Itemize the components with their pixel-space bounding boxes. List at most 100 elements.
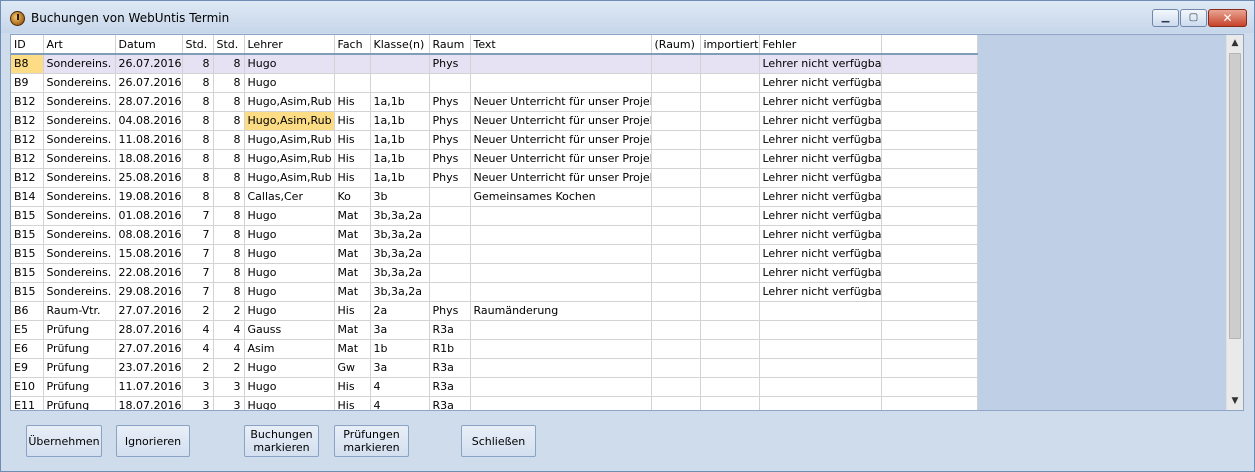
table-cell[interactable]: 3b	[370, 187, 430, 207]
table-cell[interactable]	[700, 225, 760, 245]
table-cell[interactable]: 8	[182, 149, 214, 169]
column-header[interactable]: ID	[11, 35, 44, 55]
table-cell[interactable]: 8	[213, 149, 245, 169]
table-cell[interactable]	[429, 244, 471, 264]
table-cell[interactable]	[651, 301, 701, 321]
table-cell[interactable]	[429, 187, 471, 207]
table-cell[interactable]: Lehrer nicht verfügbar	[759, 263, 882, 283]
table-cell[interactable]	[700, 92, 760, 112]
column-header[interactable]: (Raum)	[651, 35, 701, 55]
table-cell[interactable]	[881, 301, 978, 321]
table-cell[interactable]: Phys	[429, 301, 471, 321]
table-cell[interactable]: 3	[213, 396, 245, 410]
table-cell[interactable]: Mat	[334, 225, 371, 245]
table-cell[interactable]: B6	[11, 301, 44, 321]
table-cell[interactable]	[700, 358, 760, 378]
table-cell[interactable]: 15.08.2016	[115, 244, 183, 264]
table-cell[interactable]: 3b,3a,2a	[370, 225, 430, 245]
table-cell[interactable]: 3a	[370, 320, 430, 340]
table-cell[interactable]: Prüfung	[43, 358, 116, 378]
table-cell[interactable]	[881, 320, 978, 340]
column-header[interactable]: Art	[43, 35, 116, 55]
table-cell[interactable]: Hugo,Asim,Rub	[244, 168, 335, 188]
table-cell[interactable]	[700, 149, 760, 169]
table-cell[interactable]: 8	[182, 92, 214, 112]
column-header[interactable]: Std.	[213, 35, 245, 55]
table-cell[interactable]: Lehrer nicht verfügbar	[759, 244, 882, 264]
column-header[interactable]: Fehler	[759, 35, 882, 55]
table-cell[interactable]	[429, 263, 471, 283]
table-cell[interactable]: 11.08.2016	[115, 130, 183, 150]
table-cell[interactable]: Sondereins.	[43, 168, 116, 188]
table-cell[interactable]	[651, 377, 701, 397]
table-cell[interactable]: Mat	[334, 339, 371, 359]
table-cell[interactable]: 3	[182, 396, 214, 410]
table-cell[interactable]: His	[334, 377, 371, 397]
table-cell[interactable]: E9	[11, 358, 44, 378]
table-cell[interactable]: Sondereins.	[43, 92, 116, 112]
table-cell[interactable]: B15	[11, 282, 44, 302]
table-cell[interactable]	[700, 111, 760, 131]
table-cell[interactable]: His	[334, 130, 371, 150]
table-cell[interactable]	[881, 396, 978, 410]
table-cell[interactable]	[651, 206, 701, 226]
table-row[interactable]: B12 Sondereins. 18.08.2016 8 8 Hugo,Asim,Rub H…	[11, 149, 978, 169]
table-cell[interactable]: His	[334, 396, 371, 410]
table-cell[interactable]: Gauss	[244, 320, 335, 340]
table-cell[interactable]: 26.07.2016	[115, 54, 183, 74]
table-cell[interactable]: Lehrer nicht verfügbar	[759, 111, 882, 131]
table-cell[interactable]	[651, 111, 701, 131]
table-cell[interactable]: Hugo	[244, 358, 335, 378]
table-cell[interactable]: 18.08.2016	[115, 149, 183, 169]
table-cell[interactable]: B14	[11, 187, 44, 207]
table-row[interactable]: E6 Prüfung 27.07.2016 4 4 Asim Mat 1b R1b	[11, 339, 978, 359]
table-cell[interactable]	[470, 263, 652, 283]
table-cell[interactable]: 4	[213, 320, 245, 340]
table-cell[interactable]: 1a,1b	[370, 92, 430, 112]
table-cell[interactable]: Neuer Unterricht für unser Projekt	[470, 168, 652, 188]
table-cell[interactable]: 11.07.2016	[115, 377, 183, 397]
table-cell[interactable]	[370, 73, 430, 93]
table-cell[interactable]	[651, 358, 701, 378]
table-cell[interactable]: Hugo,Asim,Rub	[244, 130, 335, 150]
table-cell[interactable]	[759, 358, 882, 378]
table-cell[interactable]: Hugo	[244, 377, 335, 397]
table-cell[interactable]: B15	[11, 244, 44, 264]
table-cell[interactable]: Phys	[429, 168, 471, 188]
table-cell[interactable]	[470, 225, 652, 245]
table-row[interactable]: B12 Sondereins. 04.08.2016 8 8 Hugo,Asim,Rub H…	[11, 111, 978, 131]
table-cell[interactable]: Raum-Vtr.	[43, 301, 116, 321]
table-cell[interactable]: 2	[182, 358, 214, 378]
table-cell[interactable]: 8	[213, 92, 245, 112]
table-cell[interactable]: R3a	[429, 377, 471, 397]
table-cell[interactable]: 4	[182, 339, 214, 359]
table-cell[interactable]: 7	[182, 206, 214, 226]
table-cell[interactable]	[470, 396, 652, 410]
table-cell[interactable]: 8	[213, 130, 245, 150]
table-cell[interactable]: Sondereins.	[43, 244, 116, 264]
table-cell[interactable]	[881, 111, 978, 131]
bookings-grid[interactable]: ID Art Datum Std. Std. Lehrer Fach Klasse(n) Rau…	[10, 34, 1244, 411]
table-cell[interactable]: Gw	[334, 358, 371, 378]
table-cell[interactable]: Sondereins.	[43, 206, 116, 226]
column-header[interactable]: Lehrer	[244, 35, 335, 55]
table-cell[interactable]	[881, 54, 978, 74]
buchungen-markieren-button[interactable]: Buchungen markieren	[244, 425, 319, 457]
table-cell[interactable]: Mat	[334, 263, 371, 283]
table-cell[interactable]: Sondereins.	[43, 73, 116, 93]
table-cell[interactable]	[881, 92, 978, 112]
table-cell[interactable]: 7	[182, 282, 214, 302]
table-cell[interactable]: 4	[370, 377, 430, 397]
pruefungen-markieren-button[interactable]: Prüfungen markieren	[334, 425, 409, 457]
scroll-up-arrow-icon[interactable]: ▲	[1227, 35, 1243, 52]
table-row[interactable]: E10 Prüfung 11.07.2016 3 3 Hugo His 4 R3a	[11, 377, 978, 397]
table-cell[interactable]: 8	[213, 73, 245, 93]
ignorieren-button[interactable]: Ignorieren	[116, 425, 190, 457]
table-cell[interactable]: Mat	[334, 206, 371, 226]
table-row[interactable]: B14 Sondereins. 19.08.2016 8 8 Callas,Cer Ko 3b…	[11, 187, 978, 207]
table-cell[interactable]	[651, 130, 701, 150]
table-cell[interactable]: 8	[182, 73, 214, 93]
table-row[interactable]: B15 Sondereins. 01.08.2016 7 8 Hugo Mat 3b,3a,2…	[11, 206, 978, 226]
table-cell[interactable]: Hugo	[244, 225, 335, 245]
table-cell[interactable]: His	[334, 92, 371, 112]
